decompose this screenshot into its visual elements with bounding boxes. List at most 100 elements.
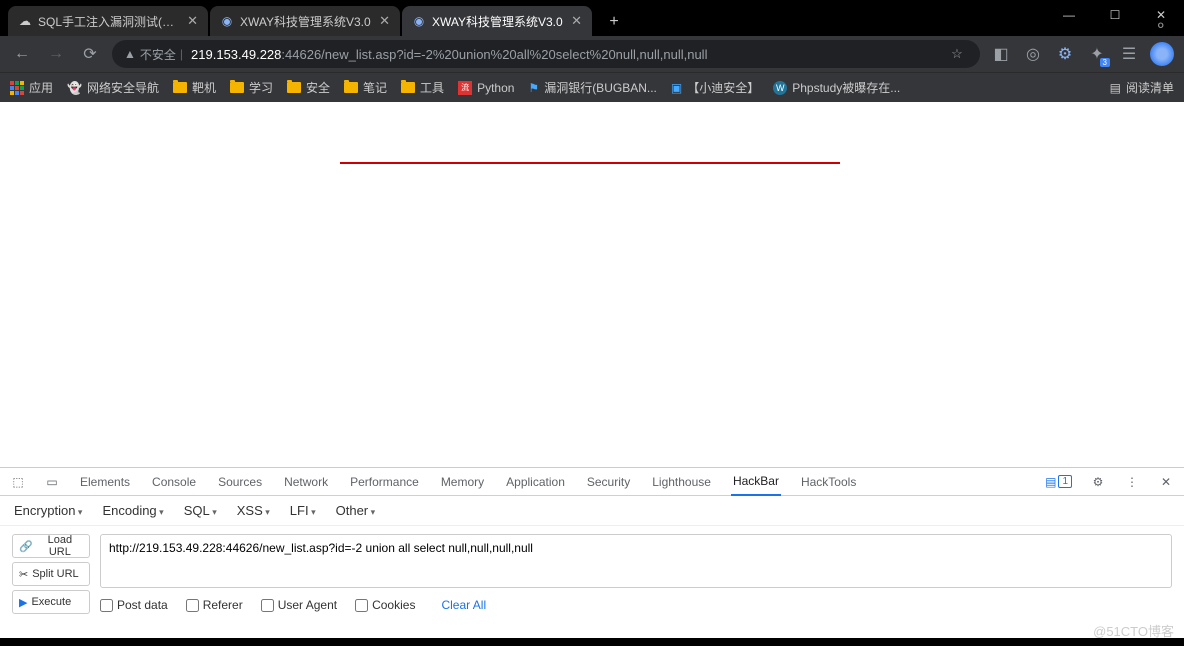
devtab-application[interactable]: Application bbox=[504, 468, 567, 496]
reload-button[interactable]: ⟳ bbox=[78, 42, 102, 66]
kebab-icon[interactable]: ⋮ bbox=[1124, 474, 1140, 490]
close-icon[interactable]: ✕ bbox=[571, 13, 582, 29]
forward-button[interactable]: → bbox=[44, 42, 68, 66]
menu-encryption[interactable]: Encryption bbox=[14, 503, 82, 518]
window-maximize[interactable]: ☐ bbox=[1092, 0, 1138, 30]
extensions-button[interactable]: ✦3 bbox=[1086, 43, 1108, 65]
split-url-label: Split URL bbox=[32, 568, 78, 580]
bookmark-item[interactable]: WPhpstudy被曝存在... bbox=[773, 79, 900, 96]
referer-label: Referer bbox=[203, 598, 243, 612]
menu-sql[interactable]: SQL bbox=[184, 503, 217, 518]
devtools-tabs: ⬚ ▭ Elements Console Sources Network Per… bbox=[0, 468, 1184, 496]
bookmark-folder[interactable]: 靶机 bbox=[173, 79, 216, 96]
page-content bbox=[0, 102, 1184, 467]
bookmark-item[interactable]: ⚑漏洞银行(BUGBAN... bbox=[528, 79, 656, 96]
browser-tab-0[interactable]: ☁ SQL手工注入漏洞测试(Sql Serve ✕ bbox=[8, 6, 208, 36]
reading-list-label: 阅读清单 bbox=[1126, 79, 1174, 96]
execute-button[interactable]: ▶Execute bbox=[12, 590, 90, 614]
url-box[interactable]: ▲ 不安全 | 219.153.49.228:44626/new_list.as… bbox=[112, 40, 980, 68]
bookmark-label: 笔记 bbox=[363, 79, 387, 96]
bookmark-item[interactable]: ▣【小迪安全】 bbox=[671, 79, 759, 96]
devtools-comments[interactable]: ▤1 bbox=[1045, 475, 1072, 489]
bookmark-label: 工具 bbox=[420, 79, 444, 96]
bookmark-folder[interactable]: 学习 bbox=[230, 79, 273, 96]
bookmark-item[interactable]: 👻网络安全导航 bbox=[67, 79, 159, 96]
devtab-security[interactable]: Security bbox=[585, 468, 632, 496]
devtab-performance[interactable]: Performance bbox=[348, 468, 421, 496]
user-agent-checkbox[interactable]: User Agent bbox=[261, 598, 337, 612]
extension-icon-3[interactable]: ⚙ bbox=[1054, 43, 1076, 65]
browser-tab-2[interactable]: ◉ XWAY科技管理系统V3.0 ✕ bbox=[402, 6, 592, 36]
bookmark-folder[interactable]: 工具 bbox=[401, 79, 444, 96]
extension-icon-2[interactable]: ◎ bbox=[1022, 43, 1044, 65]
gear-icon[interactable]: ⚙ bbox=[1090, 474, 1106, 490]
globe-icon: ◉ bbox=[220, 14, 234, 28]
devtab-memory[interactable]: Memory bbox=[439, 468, 486, 496]
apps-icon bbox=[10, 81, 24, 95]
reading-list-button[interactable]: ▤ 阅读清单 bbox=[1110, 79, 1174, 96]
devtab-sources[interactable]: Sources bbox=[216, 468, 264, 496]
folder-icon bbox=[173, 82, 187, 93]
bookmark-folder[interactable]: 安全 bbox=[287, 79, 330, 96]
post-data-checkbox[interactable]: Post data bbox=[100, 598, 168, 612]
cloud-icon: ☁ bbox=[18, 14, 32, 28]
window-minimize[interactable]: — bbox=[1046, 0, 1092, 30]
comment-count: 1 bbox=[1058, 475, 1072, 488]
tab-title: XWAY科技管理系统V3.0 bbox=[432, 13, 565, 30]
profile-avatar[interactable] bbox=[1150, 42, 1174, 66]
star-icon[interactable]: ☆ bbox=[946, 43, 968, 65]
link-icon: 🔗 bbox=[19, 540, 33, 553]
devtools: ⬚ ▭ Elements Console Sources Network Per… bbox=[0, 467, 1184, 638]
bookmark-folder[interactable]: 笔记 bbox=[344, 79, 387, 96]
device-icon[interactable]: ▭ bbox=[44, 474, 60, 490]
devtab-elements[interactable]: Elements bbox=[78, 468, 132, 496]
tab-title: SQL手工注入漏洞测试(Sql Serve bbox=[38, 13, 181, 30]
extension-icon-1[interactable]: ◧ bbox=[990, 43, 1012, 65]
reading-list-icon[interactable]: ☰ bbox=[1118, 43, 1140, 65]
tv-icon: ▣ bbox=[671, 81, 682, 95]
insecure-label: 不安全 bbox=[140, 46, 176, 63]
menu-other[interactable]: Other bbox=[336, 503, 376, 518]
tab-strip: ☁ SQL手工注入漏洞测试(Sql Serve ✕ ◉ XWAY科技管理系统V3… bbox=[0, 0, 1184, 36]
devtab-hackbar[interactable]: HackBar bbox=[731, 468, 781, 496]
menu-encoding[interactable]: Encoding bbox=[102, 503, 163, 518]
bookmarks-bar: 应用 👻网络安全导航 靶机 学习 安全 笔记 工具 流 Python ⚑漏洞银行(… bbox=[0, 72, 1184, 102]
window-close[interactable]: ✕ bbox=[1138, 0, 1184, 30]
bookmark-item[interactable]: 流 Python bbox=[458, 81, 514, 95]
devtab-console[interactable]: Console bbox=[150, 468, 198, 496]
split-url-button[interactable]: ✂Split URL bbox=[12, 562, 90, 586]
python-icon: 流 bbox=[458, 81, 472, 95]
bookmark-label: 安全 bbox=[306, 79, 330, 96]
bookmark-label: Python bbox=[477, 81, 514, 95]
apps-button[interactable]: 应用 bbox=[10, 79, 53, 96]
load-url-button[interactable]: 🔗 Load URL bbox=[12, 534, 90, 558]
close-icon[interactable]: ✕ bbox=[187, 13, 198, 29]
list-icon: ▤ bbox=[1110, 81, 1121, 95]
clear-all-link[interactable]: Clear All bbox=[441, 598, 486, 612]
menu-lfi[interactable]: LFI bbox=[290, 503, 316, 518]
globe-icon: ◉ bbox=[412, 14, 426, 28]
devtab-hacktools[interactable]: HackTools bbox=[799, 468, 858, 496]
bookmark-label: 靶机 bbox=[192, 79, 216, 96]
folder-icon bbox=[287, 82, 301, 93]
url-port: :44626 bbox=[281, 47, 321, 62]
hackbar-menu: Encryption Encoding SQL XSS LFI Other bbox=[0, 496, 1184, 526]
close-icon[interactable]: ✕ bbox=[1158, 474, 1174, 490]
menu-xss[interactable]: XSS bbox=[237, 503, 270, 518]
cookies-checkbox[interactable]: Cookies bbox=[355, 598, 415, 612]
hackbar-options: Post data Referer User Agent Cookies Cle… bbox=[100, 594, 1172, 612]
url-text: 219.153.49.228:44626/new_list.asp?id=-2%… bbox=[191, 47, 707, 62]
devtab-lighthouse[interactable]: Lighthouse bbox=[650, 468, 713, 496]
devtab-network[interactable]: Network bbox=[282, 468, 330, 496]
new-tab-button[interactable]: + bbox=[600, 8, 628, 36]
hackbar-main: 🔗 Load URL ✂Split URL ▶Execute Post data … bbox=[0, 526, 1184, 638]
inspect-icon[interactable]: ⬚ bbox=[10, 474, 26, 490]
back-button[interactable]: ← bbox=[10, 42, 34, 66]
bug-icon: ⚑ bbox=[528, 81, 539, 95]
folder-icon bbox=[344, 82, 358, 93]
referer-checkbox[interactable]: Referer bbox=[186, 598, 243, 612]
close-icon[interactable]: ✕ bbox=[379, 13, 390, 29]
hackbar-url-input[interactable] bbox=[100, 534, 1172, 588]
load-url-label: Load URL bbox=[37, 534, 83, 558]
browser-tab-1[interactable]: ◉ XWAY科技管理系统V3.0 ✕ bbox=[210, 6, 400, 36]
